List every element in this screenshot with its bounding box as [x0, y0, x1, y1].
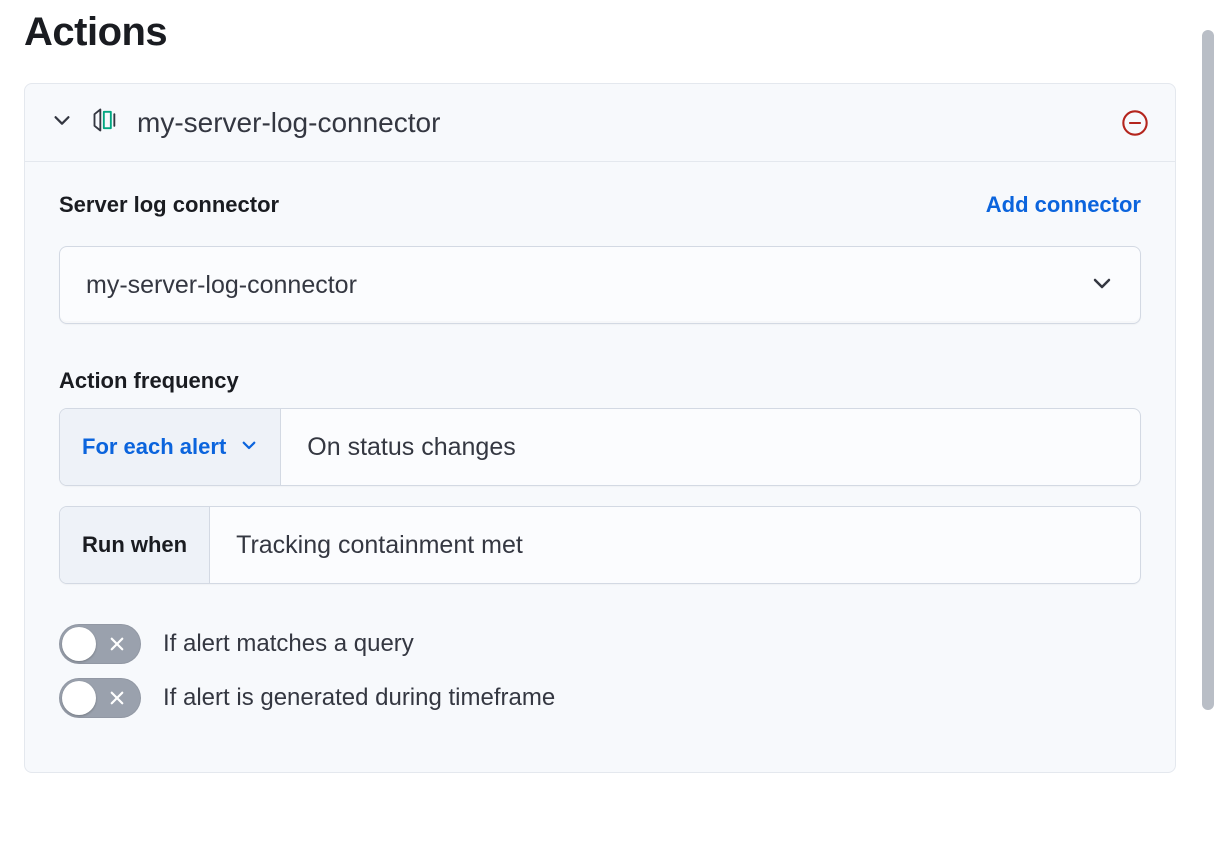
- connector-icon: [91, 106, 119, 139]
- frequency-mode-dropdown[interactable]: For each alert: [60, 409, 281, 485]
- chevron-down-icon: [240, 434, 258, 460]
- action-card: my-server-log-connector Server log conne…: [24, 83, 1176, 773]
- timeframe-toggle[interactable]: [59, 678, 141, 718]
- action-card-body: Server log connector Add connector my-se…: [25, 162, 1175, 772]
- run-when-select[interactable]: Tracking containment met: [210, 507, 1140, 583]
- chevron-down-icon: [1090, 271, 1114, 300]
- chevron-down-icon: [51, 109, 73, 136]
- action-frequency-label: Action frequency: [59, 368, 1141, 394]
- match-query-toggle[interactable]: [59, 624, 141, 664]
- toggle-knob: [62, 681, 96, 715]
- connector-select-value: my-server-log-connector: [86, 271, 357, 300]
- action-card-header[interactable]: my-server-log-connector: [25, 84, 1175, 162]
- timeframe-toggle-label: If alert is generated during timeframe: [163, 684, 555, 712]
- frequency-trigger-select[interactable]: On status changes: [281, 409, 1140, 485]
- page-title: Actions: [24, 10, 1176, 55]
- add-connector-link[interactable]: Add connector: [986, 192, 1141, 218]
- run-when-value: Tracking containment met: [236, 531, 523, 560]
- match-query-toggle-label: If alert matches a query: [163, 630, 414, 658]
- connector-name: my-server-log-connector: [137, 107, 440, 139]
- scrollbar-thumb[interactable]: [1202, 30, 1214, 710]
- run-when-prefix-label: Run when: [82, 532, 187, 558]
- toggle-knob: [62, 627, 96, 661]
- close-icon: [108, 635, 126, 653]
- close-icon: [108, 689, 126, 707]
- frequency-mode-value: For each alert: [82, 434, 226, 460]
- scrollbar[interactable]: [1202, 30, 1214, 710]
- frequency-combo: For each alert On status changes: [59, 408, 1141, 486]
- remove-action-button[interactable]: [1121, 109, 1149, 137]
- connector-select-label: Server log connector: [59, 192, 279, 218]
- frequency-trigger-value: On status changes: [307, 433, 515, 462]
- run-when-combo: Run when Tracking containment met: [59, 506, 1141, 584]
- connector-select[interactable]: my-server-log-connector: [59, 246, 1141, 324]
- run-when-prefix: Run when: [60, 507, 210, 583]
